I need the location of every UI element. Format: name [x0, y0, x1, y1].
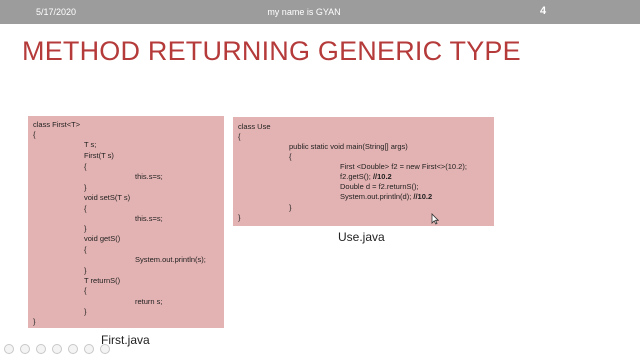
code-line: { — [33, 130, 36, 139]
pointer-icon[interactable] — [52, 344, 62, 354]
code-statement: System.out.println(d); — [340, 192, 412, 201]
more-icon[interactable] — [100, 344, 110, 354]
code-line: } — [84, 307, 87, 316]
forward-icon[interactable] — [20, 344, 30, 354]
code-line: { — [289, 152, 292, 161]
code-line: T returnS() — [84, 276, 121, 285]
slide-number: 4 — [540, 5, 547, 17]
mouse-cursor-icon — [431, 213, 439, 225]
code-line: T s; — [84, 140, 97, 149]
code-line: f2.getS(); //10.2 — [340, 172, 392, 181]
back-icon[interactable] — [4, 344, 14, 354]
code-line: void getS() — [84, 234, 121, 243]
slide-header-bar: 5/17/2020 my name is GYAN 4 — [0, 0, 640, 24]
code-line: First(T s) — [84, 151, 114, 160]
code-line: public static void main(String[] args) — [289, 142, 408, 151]
code-line: Double d = f2.returnS(); — [340, 182, 419, 191]
use-java-caption: Use.java — [338, 230, 385, 244]
code-line: System.out.println(d); //10.2 — [340, 192, 432, 201]
code-line: } — [84, 224, 87, 233]
code-line: } — [238, 213, 241, 222]
code-line: } — [84, 266, 87, 275]
code-line: { — [84, 245, 87, 254]
code-line: { — [84, 162, 87, 171]
code-line: System.out.println(s); — [135, 255, 206, 264]
code-line: class Use — [238, 122, 271, 131]
first-java-code-box: class First<T> { T s; First(T s) { this.… — [28, 116, 224, 328]
code-line: { — [84, 204, 87, 213]
code-line: class First<T> — [33, 120, 81, 129]
code-line: return s; — [135, 297, 163, 306]
code-line: First <Double> f2 = new First<>(10.2); — [340, 162, 467, 171]
use-java-code-box: class Use { public static void main(Stri… — [233, 117, 494, 226]
slide-title: METHOD RETURNING GENERIC TYPE — [22, 36, 521, 66]
code-comment: //10.2 — [372, 172, 392, 181]
pen-icon[interactable] — [36, 344, 46, 354]
code-line: { — [238, 132, 241, 141]
code-comment: //10.2 — [413, 192, 433, 201]
code-line: void setS(T s) — [84, 193, 131, 202]
zoom-icon[interactable] — [84, 344, 94, 354]
code-statement: f2.getS(); — [340, 172, 371, 181]
slideshow-toolbar — [0, 340, 640, 360]
code-line: { — [84, 286, 87, 295]
code-line: } — [289, 203, 292, 212]
slides-icon[interactable] — [68, 344, 78, 354]
code-line: } — [33, 317, 36, 326]
code-line: this.s=s; — [135, 172, 163, 181]
code-line: } — [84, 183, 87, 192]
slide-date: 5/17/2020 — [36, 7, 77, 17]
slide-author: my name is GYAN — [267, 7, 341, 17]
code-line: this.s=s; — [135, 214, 163, 223]
